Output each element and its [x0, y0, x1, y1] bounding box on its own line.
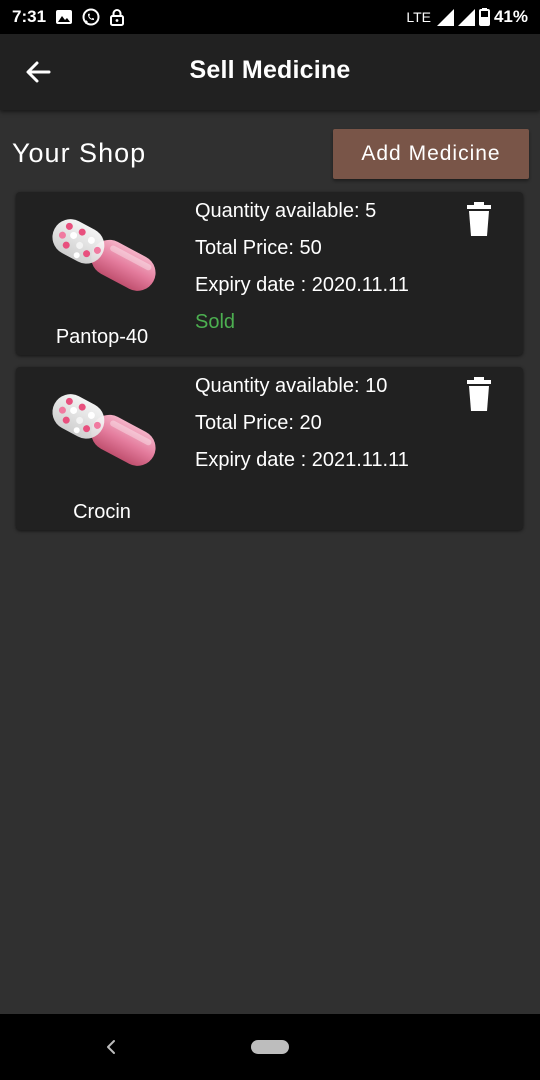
page-title: Sell Medicine — [189, 56, 351, 84]
capsule-pill-icon — [52, 394, 156, 466]
network-type-label: LTE — [406, 9, 431, 25]
battery-icon — [478, 8, 490, 26]
medicine-card[interactable]: Pantop-40 Quantity available: 5 Total Pr… — [16, 192, 523, 355]
shop-title: Your Shop — [12, 138, 147, 168]
delete-button[interactable] — [465, 202, 493, 236]
expiry-date: Expiry date : 2020.11.11 — [195, 274, 409, 296]
quantity-available: Quantity available: 5 — [195, 200, 377, 222]
trash-icon — [467, 202, 491, 236]
signal-icon — [436, 8, 454, 26]
nav-back-button[interactable] — [100, 1036, 122, 1058]
sold-status: Sold — [195, 311, 236, 333]
app-bar: Sell Medicine — [0, 34, 540, 110]
signal-secondary-icon — [457, 8, 475, 26]
medicine-name: Crocin — [73, 501, 131, 523]
shop-header: Your Shop Add Medicine — [0, 128, 540, 180]
add-medicine-button[interactable]: Add Medicine — [333, 129, 529, 179]
nav-home-pill[interactable] — [251, 1040, 289, 1054]
whatsapp-notification-icon — [82, 8, 100, 26]
lock-notification-icon — [110, 8, 125, 26]
total-price: Total Price: 50 — [195, 237, 322, 259]
trash-icon — [467, 377, 491, 411]
system-navigation-bar — [0, 1014, 540, 1080]
battery-percentage: 41% — [493, 7, 528, 26]
status-bar: 7:31 LTE 41% — [0, 0, 540, 34]
capsule-pill-icon — [52, 219, 156, 291]
status-time: 7:31 — [12, 7, 47, 26]
quantity-available: Quantity available: 10 — [195, 375, 388, 397]
medicine-name: Pantop-40 — [55, 326, 149, 348]
chevron-left-icon — [107, 1040, 115, 1054]
gallery-notification-icon — [56, 10, 73, 24]
delete-button[interactable] — [465, 377, 493, 411]
medicine-card[interactable]: Crocin Quantity available: 10 Total Pric… — [16, 367, 523, 530]
expiry-date: Expiry date : 2021.11.11 — [195, 449, 409, 471]
total-price: Total Price: 20 — [195, 412, 322, 434]
